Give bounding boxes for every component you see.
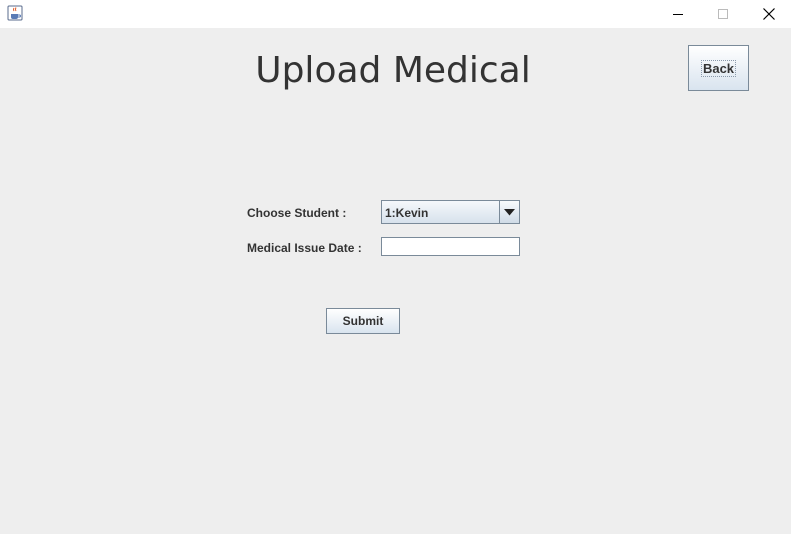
close-icon <box>762 8 775 20</box>
medical-issue-date-label: Medical Issue Date : <box>247 241 362 255</box>
choose-student-label: Choose Student : <box>247 206 347 220</box>
submit-button[interactable]: Submit <box>326 308 400 334</box>
minimize-icon <box>672 14 683 15</box>
medical-issue-date-field[interactable] <box>381 237 520 256</box>
close-button[interactable] <box>746 0 791 28</box>
student-select-value: 1:Kevin <box>385 206 429 220</box>
window-titlebar <box>0 0 791 28</box>
dropdown-arrow-button[interactable] <box>499 201 519 223</box>
back-button-label: Back <box>700 59 737 77</box>
minimize-button[interactable] <box>655 0 700 28</box>
maximize-icon <box>717 9 728 19</box>
java-cup-icon <box>7 5 23 21</box>
chevron-down-icon <box>504 208 515 215</box>
page-title: Upload Medical <box>255 50 531 91</box>
back-button[interactable]: Back <box>688 45 749 91</box>
student-select[interactable]: 1:Kevin <box>381 200 520 224</box>
maximize-button[interactable] <box>700 0 745 28</box>
